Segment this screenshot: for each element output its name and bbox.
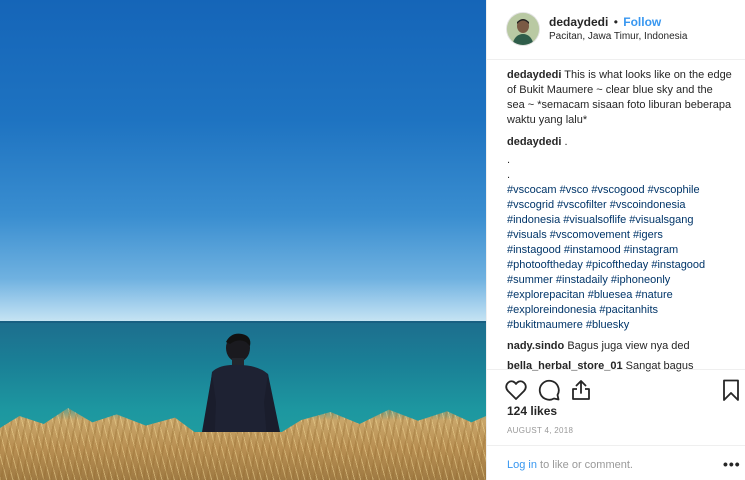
hashtag-line[interactable]: #indonesia #visualsoflife #visualsgang — [507, 213, 733, 228]
more-options-icon[interactable]: ••• — [723, 456, 741, 472]
comment-icon[interactable] — [537, 378, 561, 402]
post-footer: Log in to like or comment. ••• — [487, 445, 745, 480]
list-item: nady.sindo Bagus juga view nya ded — [507, 339, 733, 354]
header-username[interactable]: dedaydedi — [549, 15, 608, 29]
comments-list: dedaydedi This is what looks like on the… — [507, 68, 733, 372]
comment-username[interactable]: dedaydedi — [507, 136, 561, 148]
hashtag-line[interactable]: #instagood #instamood #instagram — [507, 243, 733, 258]
post-sidebar: dedaydedi • Follow Pacitan, Jawa Timur, … — [486, 0, 745, 480]
list-item: bella_herbal_store_01 Sangat bagus — [507, 359, 733, 374]
login-link[interactable]: Log in — [507, 459, 537, 471]
caption-comment: dedaydedi This is what looks like on the… — [507, 68, 733, 128]
comment-text: Bagus juga view nya ded — [567, 340, 690, 352]
login-prompt: Log in to like or comment. — [507, 459, 633, 471]
post-photo[interactable] — [0, 0, 486, 480]
follow-button[interactable]: Follow — [623, 15, 661, 29]
location-link[interactable]: Pacitan, Jawa Timur, Indonesia — [549, 31, 687, 42]
hashtag-line[interactable]: #exploreindonesia #pacitanhits — [507, 303, 733, 318]
post-header: dedaydedi • Follow Pacitan, Jawa Timur, … — [487, 0, 745, 60]
hashtag-line[interactable]: #vscogrid #vscofilter #vscoindonesia — [507, 198, 733, 213]
post-date[interactable]: AUGUST 4, 2018 — [507, 426, 573, 435]
hashtag-line[interactable]: #explorepacitan #bluesea #nature — [507, 288, 733, 303]
action-bar — [487, 369, 745, 401]
hashtag-line[interactable]: #photooftheday #picoftheday #instagood — [507, 258, 733, 273]
comment-username[interactable]: dedaydedi — [507, 69, 561, 81]
share-icon[interactable] — [569, 378, 593, 402]
heart-icon[interactable] — [504, 378, 528, 402]
header-line: dedaydedi • Follow — [549, 15, 661, 29]
photo-horizon — [0, 321, 486, 323]
hashtag-line[interactable]: #vscocam #vsco #vscogood #vscophile — [507, 183, 733, 198]
comment-dot: . — [507, 169, 511, 181]
like-count[interactable]: 124 likes — [507, 404, 557, 418]
header-separator: • — [613, 15, 618, 29]
comment-text: Sangat bagus — [625, 360, 694, 372]
hashtag-line[interactable]: #visuals #vscomovement #igers — [507, 228, 733, 243]
hashtag-line[interactable]: #bukitmaumere #bluesky — [507, 318, 733, 333]
avatar[interactable] — [507, 13, 539, 45]
avatar-image — [507, 13, 539, 45]
list-item: dedaydedi . . . #vscocam #vsco #vscogood… — [507, 135, 733, 333]
bookmark-icon[interactable] — [719, 378, 743, 402]
comment-dot: . — [507, 154, 511, 166]
comment-username[interactable]: nady.sindo — [507, 340, 564, 352]
comment-username[interactable]: bella_herbal_store_01 — [507, 360, 623, 372]
comment-text: . — [564, 136, 568, 148]
hashtag-block: #vscocam #vsco #vscogood #vscophile #vsc… — [507, 183, 733, 333]
login-text: to like or comment. — [536, 459, 633, 471]
hashtag-line[interactable]: #summer #instadaily #iphoneonly — [507, 273, 733, 288]
